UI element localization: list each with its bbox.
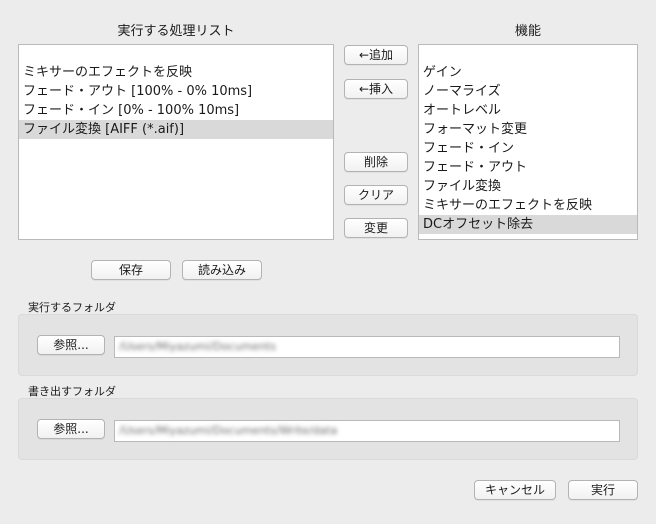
delete-button[interactable]: 削除 <box>344 152 408 172</box>
cancel-button[interactable]: キャンセル <box>474 480 556 500</box>
functions-title: 機能 <box>514 24 541 39</box>
source-path-value: /Users/Miyazumi/Documents <box>119 340 276 353</box>
function-item[interactable]: フェード・アウト <box>419 158 637 177</box>
function-item[interactable]: ノーマライズ <box>419 82 637 101</box>
process-list-item[interactable]: ミキサーのエフェクトを反映 <box>19 63 333 82</box>
process-list-item-selected[interactable]: ファイル変換 [AIFF (*.aif)] <box>19 120 333 139</box>
function-item[interactable]: ゲイン <box>419 63 637 82</box>
function-item-selected[interactable]: DCオフセット除去 <box>419 215 637 234</box>
save-button[interactable]: 保存 <box>91 260 171 280</box>
run-button[interactable]: 実行 <box>568 480 638 500</box>
function-item[interactable]: ミキサーのエフェクトを反映 <box>419 196 637 215</box>
source-folder-label: 実行するフォルダ <box>28 301 116 314</box>
add-button[interactable]: ←追加 <box>344 45 408 65</box>
function-item[interactable]: オートレベル <box>419 101 637 120</box>
function-item[interactable]: フェード・イン <box>419 139 637 158</box>
output-path-field[interactable]: /Users/Miyazumi/Documents/Write/data <box>114 420 620 442</box>
clear-button[interactable]: クリア <box>344 185 408 205</box>
process-list[interactable]: ミキサーのエフェクトを反映 フェード・アウト [100% - 0% 10ms] … <box>18 44 334 240</box>
process-list-title: 実行する処理リスト <box>117 24 235 39</box>
load-button[interactable]: 読み込み <box>182 260 262 280</box>
process-list-item[interactable]: フェード・イン [0% - 100% 10ms] <box>19 101 333 120</box>
functions-list[interactable]: ゲイン ノーマライズ オートレベル フォーマット変更 フェード・イン フェード・… <box>418 44 638 240</box>
output-folder-label: 書き出すフォルダ <box>28 385 116 398</box>
source-path-field[interactable]: /Users/Miyazumi/Documents <box>114 336 620 358</box>
function-item[interactable]: ファイル変換 <box>419 177 637 196</box>
source-browse-button[interactable]: 参照... <box>37 335 105 355</box>
output-browse-button[interactable]: 参照... <box>37 419 105 439</box>
output-path-value: /Users/Miyazumi/Documents/Write/data <box>119 424 338 437</box>
process-list-empty-row[interactable] <box>19 45 333 63</box>
function-item[interactable]: フォーマット変更 <box>419 120 637 139</box>
process-list-item[interactable]: フェード・アウト [100% - 0% 10ms] <box>19 82 333 101</box>
insert-button[interactable]: ←挿入 <box>344 79 408 99</box>
change-button[interactable]: 変更 <box>344 218 408 238</box>
functions-list-empty-row[interactable] <box>419 45 637 63</box>
